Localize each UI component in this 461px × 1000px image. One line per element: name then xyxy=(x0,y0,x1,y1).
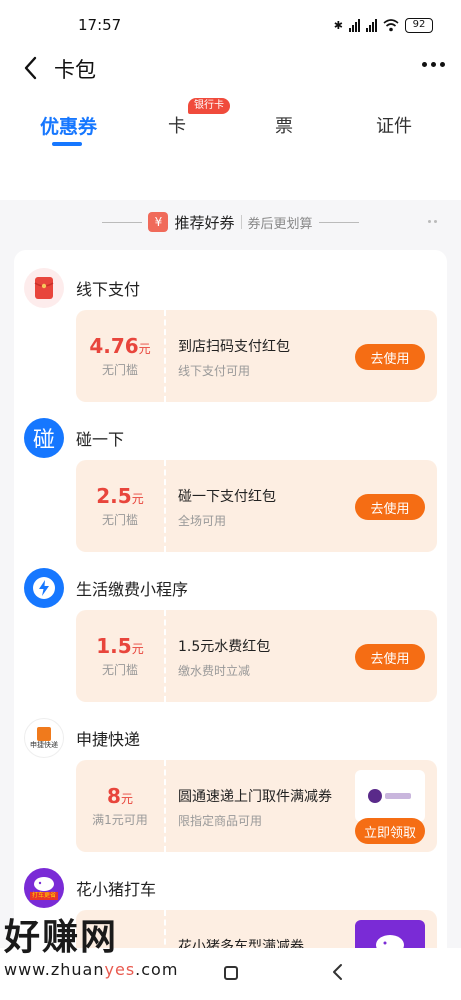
use-coupon-button[interactable]: 去使用 xyxy=(355,644,425,670)
watermark-title: 好赚网 xyxy=(4,917,119,958)
page-title: 卡包 xyxy=(54,58,96,82)
coupon-condition: 无门槛 xyxy=(101,363,138,377)
watermark-url-c: .com xyxy=(135,960,179,979)
peng-logo-icon: 碰 xyxy=(24,418,64,458)
coupon-unit: 元 xyxy=(120,792,133,806)
coupon-amount: 1.5元 xyxy=(96,634,143,658)
watermark: 好赚网 www.zhuanyes.com xyxy=(4,916,204,996)
coupon-amount: 8元 xyxy=(107,784,133,808)
status-time: 17:57 xyxy=(78,16,122,34)
coupon-item[interactable]: 2.5元 无门槛 碰一下支付红包 全场可用 去使用 xyxy=(76,460,437,552)
more-menu-icon[interactable] xyxy=(422,62,445,67)
claim-coupon-button[interactable]: 立即领取 xyxy=(355,818,425,844)
use-coupon-button[interactable]: 去使用 xyxy=(355,344,425,370)
coupon-unit: 元 xyxy=(138,342,151,356)
tab-bar: 优惠券 卡 银行卡 票 证件 xyxy=(0,98,461,150)
section-subtitle: 券后更划算 xyxy=(247,216,313,232)
divider xyxy=(102,221,143,223)
watermark-url: www.zhuanyes.com xyxy=(4,960,204,979)
watermark-url-a: www.zhuan xyxy=(4,960,105,979)
merchant-group: 生活缴费小程序 1.5元 无门槛 1.5元水费红包 缴水费时立减 去使用 xyxy=(14,560,447,710)
tab-active-indicator xyxy=(52,142,82,146)
signal-icon xyxy=(349,18,360,32)
merchant-name: 生活缴费小程序 xyxy=(76,580,189,599)
tab-cards[interactable]: 卡 xyxy=(168,112,186,138)
coupon-amount: 4.76元 xyxy=(89,334,150,358)
tab-tickets[interactable]: 票 xyxy=(275,112,293,138)
pig-logo-icon: 打车更省 xyxy=(24,868,64,908)
home-square-icon[interactable] xyxy=(224,966,238,980)
pig-logo-text: 打车更省 xyxy=(29,892,58,900)
coupon-condition: 无门槛 xyxy=(101,663,138,677)
use-coupon-button[interactable]: 去使用 xyxy=(355,494,425,520)
signal-icon xyxy=(366,18,377,32)
coupon-amount-value: 1.5 xyxy=(96,634,132,658)
divider xyxy=(240,215,242,229)
tab-coupons[interactable]: 优惠券 xyxy=(40,112,97,139)
merchant-name: 碰一下 xyxy=(76,430,125,449)
divider xyxy=(318,221,359,223)
express-logo-icon: 申捷快递 xyxy=(24,718,64,758)
merchant-group: 碰 碰一下 2.5元 无门槛 碰一下支付红包 全场可用 去使用 xyxy=(14,410,447,560)
wifi-icon xyxy=(383,18,399,31)
back-arrow-icon[interactable] xyxy=(18,54,46,82)
coupon-amount-value: 8 xyxy=(107,784,121,808)
coupon-yuan-icon: ¥ xyxy=(148,212,169,232)
coupon-amount-value: 2.5 xyxy=(96,484,132,508)
merchant-name: 线下支付 xyxy=(76,280,141,299)
express-logo-text: 申捷快递 xyxy=(30,740,58,749)
merchant-group: 申捷快递 申捷快递 8元 满1元可用 圆通速递上门取件满减券 限指定商品可用 立… xyxy=(14,710,447,860)
coupon-condition: 无门槛 xyxy=(101,513,138,527)
coupon-amount-value: 4.76 xyxy=(89,334,139,358)
lightning-icon xyxy=(24,568,64,608)
merchant-name: 花小猪打车 xyxy=(76,880,157,899)
system-back-icon[interactable] xyxy=(330,962,346,982)
merchant-group: 线下支付 4.76元 无门槛 到店扫码支付红包 线下支付可用 去使用 xyxy=(14,260,447,410)
coupon-unit: 元 xyxy=(131,642,144,656)
coupon-item[interactable]: 4.76元 无门槛 到店扫码支付红包 线下支付可用 去使用 xyxy=(76,310,437,402)
coupon-item[interactable]: 1.5元 无门槛 1.5元水费红包 缴水费时立减 去使用 xyxy=(76,610,437,702)
coupon-unit: 元 xyxy=(131,492,144,506)
section-title: 推荐好券 xyxy=(174,213,235,232)
nav-bar: 卡包 xyxy=(0,50,461,86)
coupon-condition: 满1元可用 xyxy=(92,813,148,827)
watermark-url-b: yes xyxy=(104,960,136,979)
red-envelope-icon xyxy=(24,268,64,308)
bank-card-badge: 银行卡 xyxy=(188,98,230,114)
status-bar: 17:57 ✱ 92 xyxy=(0,0,461,50)
section-more-icon[interactable] xyxy=(428,220,437,223)
bluetooth-icon: ✱ xyxy=(333,18,343,32)
coupon-amount: 2.5元 xyxy=(96,484,143,508)
section-header: ¥ 推荐好券 券后更划算 xyxy=(0,208,461,236)
battery-indicator: 92 xyxy=(405,17,433,33)
coupon-list-card: 线下支付 4.76元 无门槛 到店扫码支付红包 线下支付可用 去使用 碰 碰一下… xyxy=(14,250,447,1000)
merchant-name: 申捷快递 xyxy=(76,730,141,749)
coupon-item[interactable]: 8元 满1元可用 圆通速递上门取件满减券 限指定商品可用 立即领取 xyxy=(76,760,437,852)
status-icons: ✱ 92 xyxy=(333,17,433,33)
product-thumbnail xyxy=(355,770,425,822)
tab-certificates[interactable]: 证件 xyxy=(376,112,412,138)
